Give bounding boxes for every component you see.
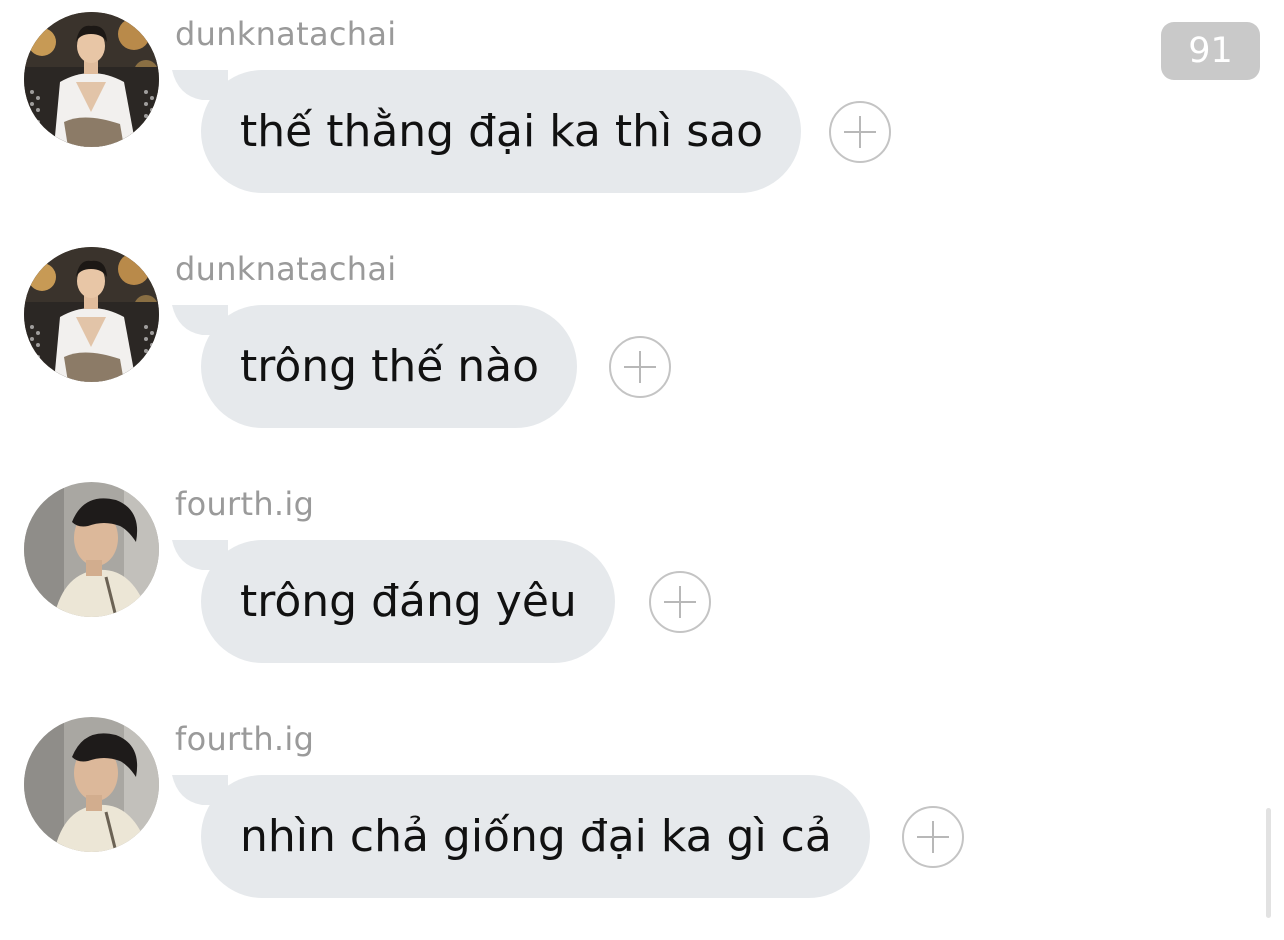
avatar[interactable] [24, 717, 159, 852]
message-bubble[interactable]: nhìn chả giống đại ka gì cả [201, 775, 870, 898]
message-text: trông đáng yêu [240, 576, 577, 627]
avatar[interactable] [24, 12, 159, 147]
message-row: fourth.ig nhìn chả giống đại ka gì cả [0, 705, 1284, 940]
username: fourth.ig [175, 485, 315, 523]
username: fourth.ig [175, 720, 315, 758]
message-text: thế thằng đại ka thì sao [240, 106, 764, 157]
avatar-fourth-image [24, 717, 159, 852]
avatar-dunknatachai-image [24, 247, 159, 382]
username: dunknatachai [175, 15, 397, 53]
message-row: dunknatachai trông thế nào [0, 235, 1284, 470]
scrollbar[interactable] [1266, 808, 1271, 918]
add-reaction-icon[interactable] [609, 336, 671, 398]
username: dunknatachai [175, 250, 397, 288]
message-bubble[interactable]: trông đáng yêu [201, 540, 615, 663]
add-reaction-icon[interactable] [829, 101, 891, 163]
message-bubble[interactable]: trông thế nào [201, 305, 578, 428]
avatar[interactable] [24, 482, 159, 617]
message-row: dunknatachai thế thằng đại ka thì sao [0, 0, 1284, 235]
avatar[interactable] [24, 247, 159, 382]
message-row: fourth.ig trông đáng yêu [0, 470, 1284, 705]
message-text: trông thế nào [240, 341, 540, 392]
add-reaction-icon[interactable] [649, 571, 711, 633]
message-bubble[interactable]: thế thằng đại ka thì sao [201, 70, 802, 193]
message-text: nhìn chả giống đại ka gì cả [240, 811, 832, 862]
add-reaction-icon[interactable] [902, 806, 964, 868]
avatar-fourth-image [24, 482, 159, 617]
avatar-dunknatachai-image [24, 12, 159, 147]
